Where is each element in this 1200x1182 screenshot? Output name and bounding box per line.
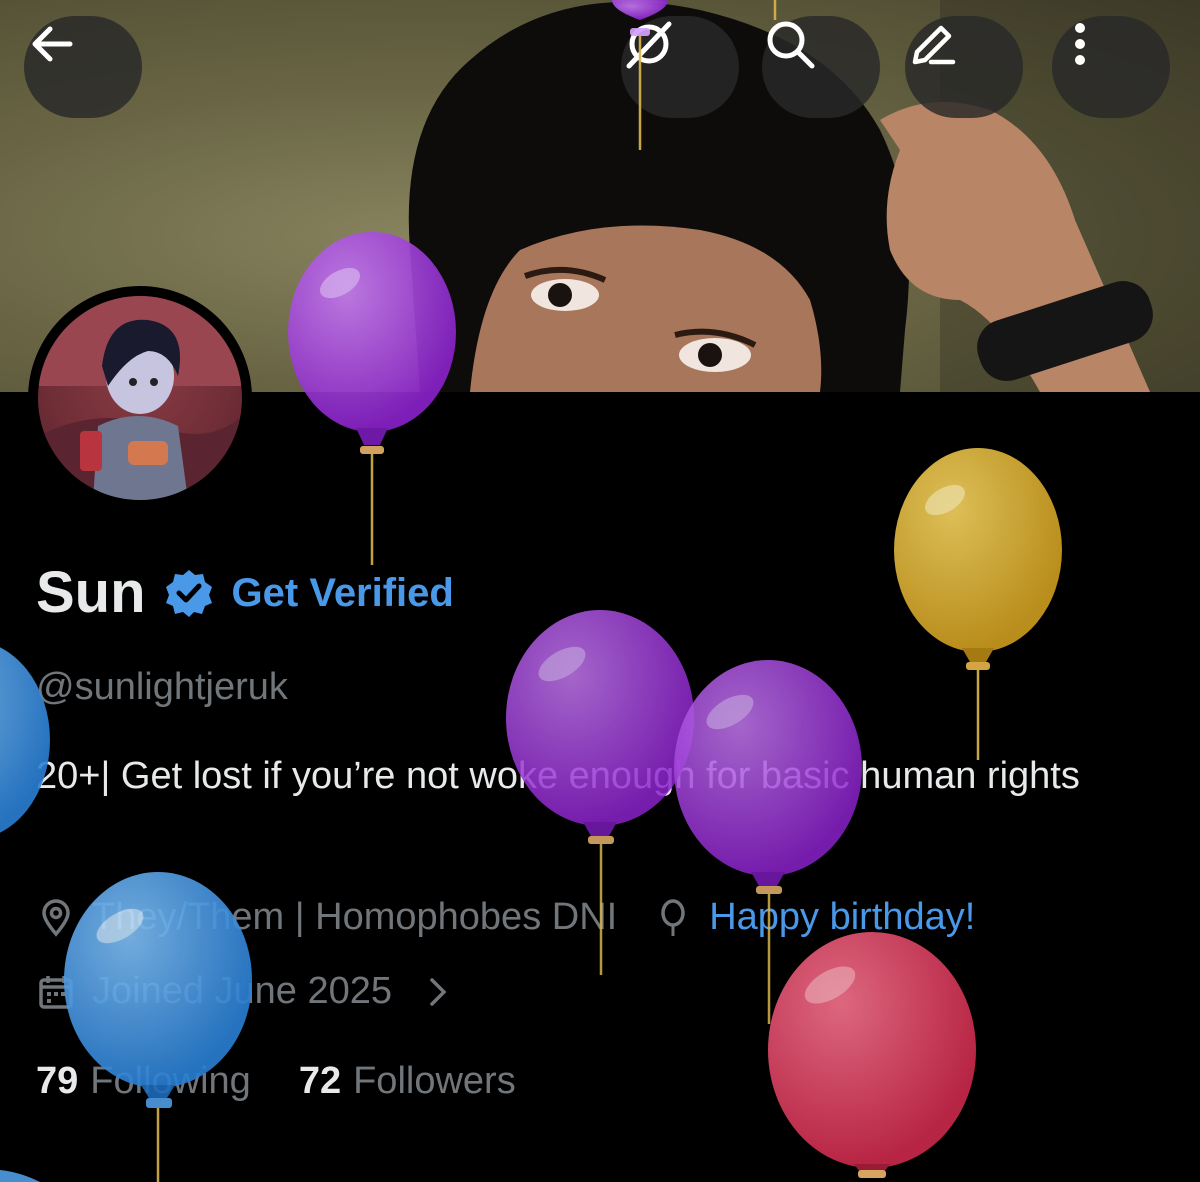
joined-row[interactable]: Joined June 2025 <box>36 970 474 1013</box>
balloon-purple <box>674 660 862 1024</box>
balloon-icon <box>661 898 685 936</box>
back-button[interactable] <box>24 16 142 118</box>
edit-pencil-icon <box>912 25 956 65</box>
profile-bio: 20+| Get lost if you’re not woke enough … <box>36 755 1080 797</box>
back-arrow-icon <box>32 26 73 62</box>
profile-avatar[interactable] <box>28 286 252 510</box>
calendar-icon <box>39 975 73 1009</box>
search-button[interactable] <box>762 16 880 118</box>
chevron-right-icon <box>430 977 447 1006</box>
profile-meta-row: They/Them | Homophobes DNI Happy birthda… <box>36 896 975 939</box>
profile-handle: @sunlightjeruk <box>36 666 288 708</box>
profile-location: They/Them | Homophobes DNI <box>92 896 618 938</box>
get-verified-link[interactable]: Get Verified <box>232 571 454 616</box>
following-count[interactable]: 79 <box>36 1060 78 1103</box>
balloon-gold <box>894 448 1062 760</box>
balloon-red <box>768 932 976 1178</box>
followers-label[interactable]: Followers <box>353 1060 516 1103</box>
verified-badge-icon[interactable] <box>164 568 214 618</box>
birthday-link[interactable]: Happy birthday! <box>709 896 975 939</box>
grok-icon <box>626 21 672 69</box>
avatar-image <box>38 296 242 500</box>
location-pin-icon <box>42 898 70 937</box>
following-label[interactable]: Following <box>90 1060 251 1103</box>
more-button[interactable] <box>1052 16 1170 118</box>
display-name: Sun <box>36 560 146 625</box>
grok-button[interactable] <box>621 16 739 118</box>
search-icon <box>767 21 815 69</box>
more-vertical-icon <box>1075 23 1085 65</box>
edit-button[interactable] <box>905 16 1023 118</box>
profile-name-row: Sun Get Verified <box>36 560 454 626</box>
followers-count[interactable]: 72 <box>299 1060 341 1103</box>
profile-stats: 79 Following 72 Followers <box>36 1060 564 1103</box>
joined-date: Joined June 2025 <box>92 970 393 1012</box>
